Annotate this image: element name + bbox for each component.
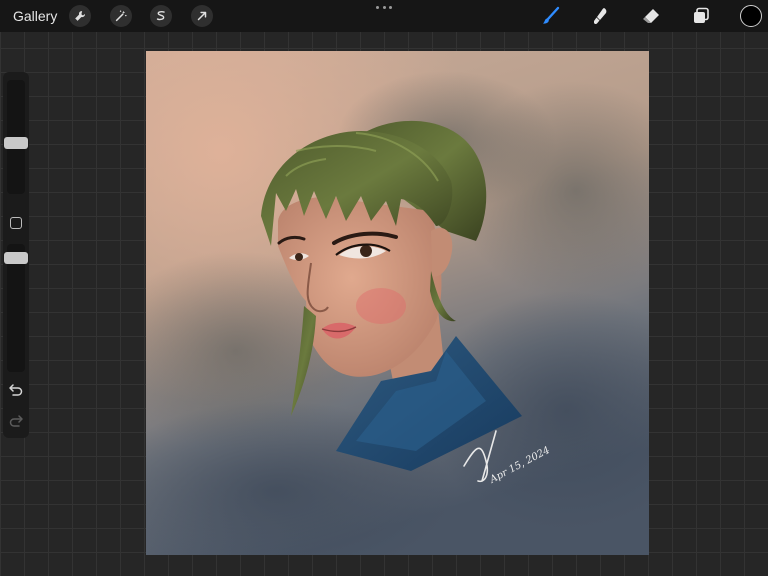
modify-button[interactable] <box>10 217 22 229</box>
transform-arrow-icon <box>197 11 207 21</box>
transform-button[interactable] <box>191 5 213 27</box>
eraser-icon <box>643 9 659 23</box>
opacity-thumb[interactable] <box>4 252 28 264</box>
redo-button[interactable] <box>8 414 24 428</box>
color-picker-button[interactable] <box>740 5 762 27</box>
opacity-slider[interactable] <box>4 244 28 372</box>
drawing-canvas[interactable]: Apr 15, 2024 <box>146 51 649 555</box>
dot <box>382 6 386 9</box>
brush-size-thumb[interactable] <box>4 137 28 149</box>
brush-tool-button[interactable] <box>540 5 562 27</box>
portrait-artwork: Apr 15, 2024 <box>146 51 649 555</box>
wrench-icon <box>75 11 85 21</box>
gallery-button[interactable]: Gallery <box>13 8 57 24</box>
dot <box>389 6 392 9</box>
undo-button[interactable] <box>8 383 24 397</box>
layers-icon <box>694 7 709 23</box>
undo-icon <box>9 384 23 396</box>
brush-icon <box>543 6 560 24</box>
adjustments-button[interactable] <box>110 5 132 27</box>
actions-button[interactable] <box>69 5 91 27</box>
dot <box>376 6 379 9</box>
left-sidebar <box>3 72 29 438</box>
eraser-tool-button[interactable] <box>640 5 662 27</box>
smudge-icon <box>594 8 607 25</box>
selection-button[interactable] <box>150 5 172 27</box>
smudge-tool-button[interactable] <box>590 5 612 27</box>
brush-size-slider[interactable] <box>4 80 28 194</box>
more-options-icon[interactable] <box>376 6 392 10</box>
magic-wand-icon <box>115 10 127 22</box>
top-toolbar: Gallery <box>0 0 768 32</box>
selection-icon <box>156 11 165 21</box>
layers-button[interactable] <box>690 5 712 27</box>
redo-icon <box>9 415 23 427</box>
